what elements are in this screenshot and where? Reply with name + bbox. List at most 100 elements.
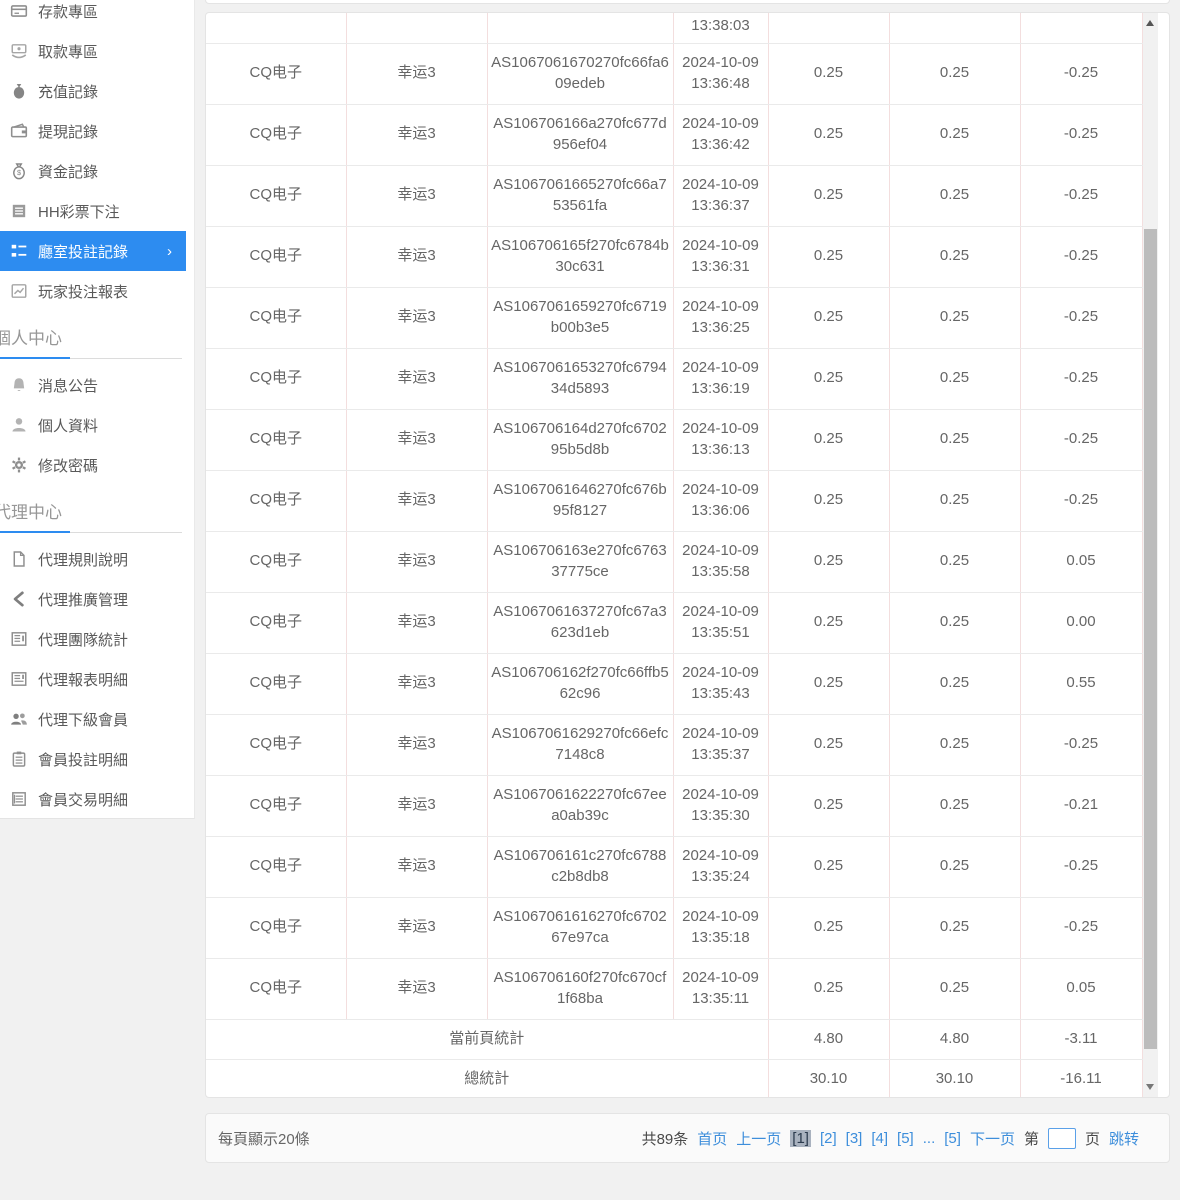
sidebar-item[interactable]: $資金記錄: [0, 151, 194, 191]
profit-cell: -0.25: [1020, 714, 1142, 775]
page-size-text: 每頁顯示20條: [218, 1128, 310, 1149]
sidebar-item[interactable]: 修改密碼: [0, 445, 194, 485]
sidebar-section-title: 個人中心: [0, 325, 194, 353]
sidebar-item[interactable]: 提現記錄: [0, 111, 194, 151]
list-box-icon: [10, 790, 28, 808]
sidebar-item[interactable]: 代理推廣管理: [0, 579, 194, 619]
sidebar-item[interactable]: 會員投註明細: [0, 739, 194, 779]
sidebar-item-label: 代理下級會員: [38, 709, 128, 730]
sidebar-item[interactable]: 會員交易明細: [0, 779, 194, 819]
sidebar-item[interactable]: 存款專區: [0, 0, 194, 31]
profit-cell: -0.21: [1020, 775, 1142, 836]
game-cell: 幸运3: [346, 226, 487, 287]
sidebar-main-menu: 存款專區取款專區充值記錄提現記錄$資金記錄HH彩票下注廳室投註記錄›玩家投注報表: [0, 0, 194, 311]
order-id-cell: AS1067061665270fc66a753561fa: [487, 165, 673, 226]
profit-cell: -0.25: [1020, 897, 1142, 958]
prev-page-link[interactable]: 上一页: [736, 1128, 781, 1149]
summary-label-cell: 總統計: [206, 1059, 768, 1098]
order-id-cell: AS106706162f270fc66ffb562c96: [487, 653, 673, 714]
bet-date: 2024-10-09: [677, 114, 765, 134]
page-number-link[interactable]: [3]: [846, 1130, 863, 1147]
sidebar-item[interactable]: HH彩票下注: [0, 191, 194, 231]
sidebar-item[interactable]: 消息公告: [0, 365, 194, 405]
summary-profit-cell: -16.11: [1020, 1059, 1142, 1098]
bet-time: 13:35:51: [677, 623, 765, 643]
time-cell: 2024-10-0913:36:25: [673, 287, 768, 348]
vendor-cell: CQ电子: [206, 775, 346, 836]
vendor-cell: CQ电子: [206, 958, 346, 1019]
bet-time: 13:36:13: [677, 440, 765, 460]
order-id-cell: AS1067061622270fc67eea0ab39c: [487, 775, 673, 836]
scroll-down-button[interactable]: [1143, 1079, 1158, 1095]
game-cell: [346, 13, 487, 43]
room-bets-tree-icon: [10, 242, 28, 260]
bet-date: 2024-10-09: [677, 663, 765, 683]
sidebar-item[interactable]: 充值記錄: [0, 71, 194, 111]
bet-date: 2024-10-09: [677, 175, 765, 195]
sidebar-item-label: 代理團隊統計: [38, 629, 128, 650]
bet-amount-cell: 0.25: [768, 653, 889, 714]
current-page-number[interactable]: [1]: [790, 1130, 811, 1147]
game-cell: 幸运3: [346, 836, 487, 897]
jump-button[interactable]: 跳转: [1109, 1128, 1139, 1149]
next-page-link[interactable]: 下一页: [970, 1128, 1015, 1149]
game-cell: 幸运3: [346, 897, 487, 958]
order-id-cell: AS1067061637270fc67a3623d1eb: [487, 592, 673, 653]
valid-bet-cell: 0.25: [889, 43, 1020, 104]
game-cell: 幸运3: [346, 958, 487, 1019]
pagination-bar: 每頁顯示20條 共89条首页上一页[1][2][3][4][5]...[5]下一…: [205, 1113, 1170, 1163]
sidebar-item[interactable]: 個人資料: [0, 405, 194, 445]
vendor-cell: CQ电子: [206, 592, 346, 653]
scrollbar-thumb[interactable]: [1144, 229, 1157, 1049]
bet-time: 13:35:30: [677, 806, 765, 826]
summary-label-cell: 當前頁統計: [206, 1019, 768, 1059]
sidebar-item[interactable]: 取款專區: [0, 31, 194, 71]
order-id-cell: AS106706166a270fc677d956ef04: [487, 104, 673, 165]
time-cell: 2024-10-0913:35:18: [673, 897, 768, 958]
order-id-cell: [487, 13, 673, 43]
pager: 共89条首页上一页[1][2][3][4][5]...[5]下一页第页跳转: [642, 1128, 1139, 1149]
profit-cell: -0.25: [1020, 226, 1142, 287]
scroll-up-button[interactable]: [1143, 15, 1158, 31]
profit-cell: [1020, 13, 1142, 43]
page-number-link[interactable]: [4]: [871, 1130, 888, 1147]
bet-date: 2024-10-09: [677, 907, 765, 927]
jump-suffix-label: 页: [1085, 1128, 1100, 1149]
bet-date: 2024-10-09: [677, 53, 765, 73]
profit-cell: 0.05: [1020, 958, 1142, 1019]
sidebar-item[interactable]: 代理規則說明: [0, 539, 194, 579]
sidebar-item-label: 廳室投註記錄: [38, 241, 128, 262]
bet-date: 2024-10-09: [677, 480, 765, 500]
funds-moneybag-icon: $: [10, 162, 28, 180]
sidebar-item[interactable]: 代理報表明細: [0, 659, 194, 699]
valid-bet-cell: 0.25: [889, 531, 1020, 592]
page-number-link[interactable]: [5]: [897, 1130, 914, 1147]
profit-cell: 0.00: [1020, 592, 1142, 653]
bet-amount-cell: 0.25: [768, 470, 889, 531]
last-page-number-link[interactable]: [5]: [944, 1130, 961, 1147]
clipboard-icon: [10, 750, 28, 768]
page-number-link[interactable]: [2]: [820, 1130, 837, 1147]
profit-cell: -0.25: [1020, 165, 1142, 226]
bet-date: 2024-10-09: [677, 724, 765, 744]
bet-amount-cell: 0.25: [768, 958, 889, 1019]
sidebar-item[interactable]: 廳室投註記錄›: [0, 231, 186, 271]
grand-total-row: 總統計30.1030.10-16.11: [206, 1059, 1142, 1098]
sidebar-item-label: 存款專區: [38, 1, 98, 22]
bell-icon: [10, 376, 28, 394]
sidebar-item[interactable]: 玩家投注報表: [0, 271, 194, 311]
first-page-link[interactable]: 首页: [697, 1128, 727, 1149]
time-cell: 2024-10-0913:36:19: [673, 348, 768, 409]
svg-text:$: $: [17, 168, 21, 177]
time-cell: 2024-10-0913:36:37: [673, 165, 768, 226]
vendor-cell: CQ电子: [206, 165, 346, 226]
sidebar-item-label: 代理規則說明: [38, 549, 128, 570]
valid-bet-cell: 0.25: [889, 592, 1020, 653]
scroll-down-icon: [1146, 1084, 1154, 1090]
table-row: CQ电子幸运3AS1067061659270fc6719b00b3e52024-…: [206, 287, 1142, 348]
jump-page-input[interactable]: [1048, 1128, 1076, 1149]
sidebar-item[interactable]: 代理下級會員: [0, 699, 194, 739]
order-id-cell: AS1067061653270fc679434d5893: [487, 348, 673, 409]
sidebar-item[interactable]: 代理團隊統計: [0, 619, 194, 659]
table-scrollbar[interactable]: [1143, 13, 1158, 1097]
